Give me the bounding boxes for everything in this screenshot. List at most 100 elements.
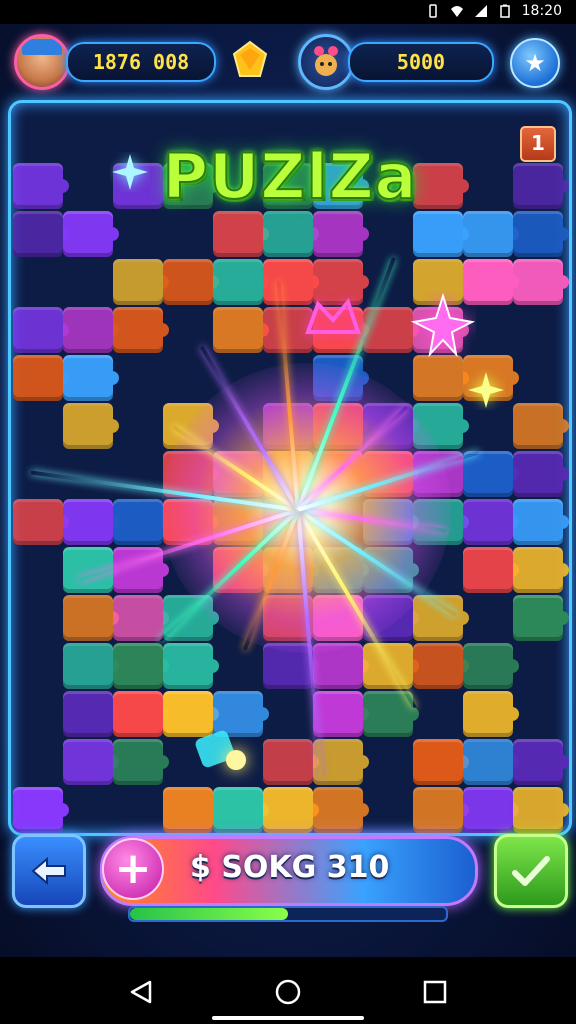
puzzle-piece[interactable]: [413, 211, 469, 257]
puzzle-piece[interactable]: [63, 211, 119, 257]
status-time: 18:20: [521, 3, 562, 19]
puzzle-piece[interactable]: [163, 259, 219, 305]
puzzle-piece[interactable]: [313, 643, 369, 689]
sparkle-icon: [112, 154, 148, 190]
puzzle-piece[interactable]: [413, 499, 469, 545]
puzzle-piece[interactable]: [513, 259, 569, 305]
puzzle-piece[interactable]: [263, 211, 319, 257]
puzzle-piece[interactable]: [413, 643, 469, 689]
puzzle-piece[interactable]: [513, 547, 569, 593]
puzzle-piece[interactable]: [213, 787, 269, 833]
status-icons: 18:20: [426, 3, 562, 19]
puzzle-piece[interactable]: [463, 739, 519, 785]
puzzle-piece[interactable]: [63, 355, 119, 401]
nav-home-icon[interactable]: [274, 978, 302, 1006]
puzzle-piece[interactable]: [63, 499, 119, 545]
puzzle-piece[interactable]: [513, 595, 569, 641]
gems-value: 5000: [396, 50, 446, 74]
back-button[interactable]: [12, 834, 86, 908]
puzzle-piece[interactable]: [463, 643, 519, 689]
puzzle-piece[interactable]: [413, 355, 469, 401]
confirm-button[interactable]: [494, 834, 568, 908]
puzzle-piece[interactable]: [513, 163, 569, 209]
signal-icon: [474, 5, 487, 17]
mascot-avatar[interactable]: [298, 34, 354, 90]
puzzle-piece[interactable]: [63, 307, 119, 353]
puzzle-piece[interactable]: [463, 691, 519, 737]
puzzle-piece[interactable]: [313, 211, 369, 257]
puzzle-piece[interactable]: [63, 403, 119, 449]
puzzle-piece[interactable]: [163, 595, 219, 641]
puzzle-piece[interactable]: [113, 643, 169, 689]
puzzle-piece[interactable]: [163, 643, 219, 689]
add-score-button[interactable]: +: [102, 838, 164, 900]
puzzle-piece[interactable]: [513, 451, 569, 497]
puzzle-piece[interactable]: [313, 547, 369, 593]
mascot-icon: [314, 46, 338, 76]
puzzle-piece[interactable]: [513, 403, 569, 449]
puzzle-piece[interactable]: [413, 403, 469, 449]
game-title: PUZlZa: [162, 139, 418, 214]
level-progress-bar: [128, 906, 448, 922]
puzzle-piece[interactable]: [113, 739, 169, 785]
level-badge: 1: [520, 126, 556, 162]
puzzle-piece[interactable]: [313, 691, 369, 737]
favorite-button[interactable]: ★: [510, 38, 560, 88]
navigation-bar: [0, 957, 576, 1024]
puzzle-piece[interactable]: [463, 787, 519, 833]
puzzle-piece[interactable]: [513, 787, 569, 833]
puzzle-piece[interactable]: [113, 307, 169, 353]
status-bar: 18:20: [0, 0, 576, 24]
puzzle-piece[interactable]: [13, 355, 69, 401]
coins-value: 1876 008: [92, 50, 190, 74]
puzzle-piece[interactable]: [513, 499, 569, 545]
puzzle-piece[interactable]: [13, 163, 69, 209]
puzzle-piece[interactable]: [413, 787, 469, 833]
gold-gem-icon[interactable]: [230, 40, 270, 80]
puzzle-piece[interactable]: [213, 259, 269, 305]
puzzle-piece[interactable]: [263, 787, 319, 833]
puzzle-piece[interactable]: [113, 259, 169, 305]
puzzle-piece[interactable]: [413, 739, 469, 785]
player-avatar[interactable]: [14, 34, 70, 90]
puzzle-piece[interactable]: [63, 595, 119, 641]
nav-recents-icon[interactable]: [422, 979, 448, 1005]
avatar-cap: [22, 39, 62, 55]
puzzle-piece[interactable]: [13, 787, 69, 833]
puzzle-piece[interactable]: [63, 691, 119, 737]
puzzle-piece[interactable]: [13, 307, 69, 353]
sparkle-icon-2: [468, 372, 504, 408]
home-indicator: [212, 1016, 364, 1020]
puzzle-piece[interactable]: [113, 499, 169, 545]
puzzle-piece[interactable]: [463, 499, 519, 545]
puzzle-piece[interactable]: [463, 547, 519, 593]
nav-back-icon[interactable]: [128, 979, 154, 1005]
puzzle-piece[interactable]: [463, 211, 519, 257]
puzzle-piece[interactable]: [163, 403, 219, 449]
puzzle-piece[interactable]: [513, 739, 569, 785]
puzzle-piece[interactable]: [163, 787, 219, 833]
puzzle-piece[interactable]: [313, 595, 369, 641]
puzzle-piece[interactable]: [263, 739, 319, 785]
puzzle-piece[interactable]: [263, 643, 319, 689]
plus-icon: +: [114, 843, 152, 894]
puzzle-piece[interactable]: [63, 643, 119, 689]
puzzle-piece[interactable]: [13, 211, 69, 257]
vibrate-icon: [428, 4, 437, 18]
coins-counter: 1876 008: [66, 42, 216, 82]
arrow-left-icon: [31, 856, 66, 886]
puzzle-piece[interactable]: [63, 739, 119, 785]
wand-sparkle-icon: [195, 730, 246, 770]
puzzle-piece[interactable]: [313, 787, 369, 833]
puzzle-piece[interactable]: [513, 211, 569, 257]
puzzle-piece[interactable]: [13, 499, 69, 545]
puzzle-piece[interactable]: [213, 307, 269, 353]
puzzle-piece[interactable]: [113, 691, 169, 737]
puzzle-piece[interactable]: [463, 451, 519, 497]
wifi-icon: [450, 6, 463, 17]
puzzle-piece[interactable]: [363, 691, 419, 737]
puzzle-piece[interactable]: [213, 211, 269, 257]
puzzle-piece[interactable]: [113, 595, 169, 641]
star-icon: ★: [524, 49, 546, 77]
crown-sparkle-icon: [305, 297, 361, 334]
